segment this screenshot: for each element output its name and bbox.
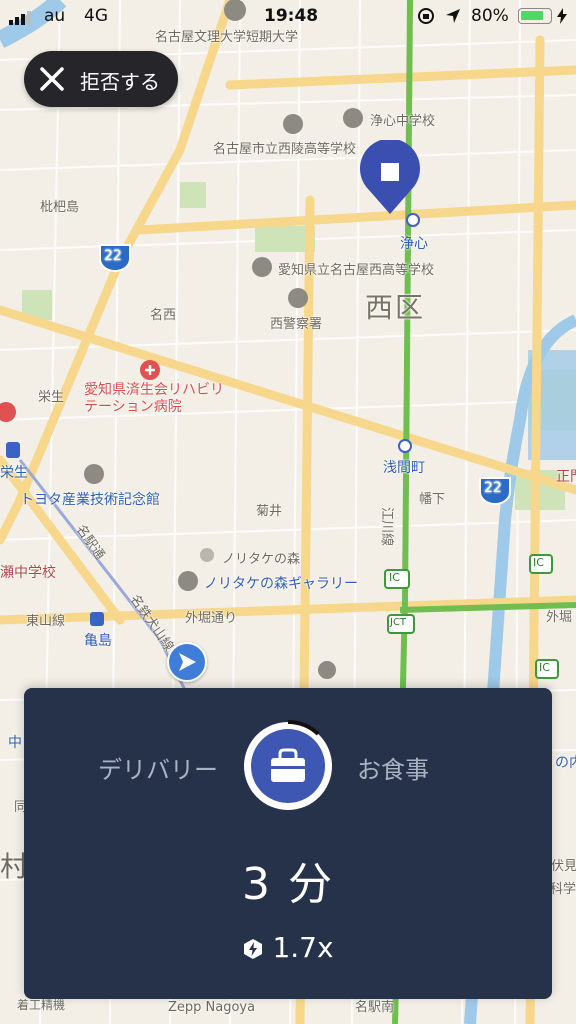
- destination-pin-icon[interactable]: [357, 138, 423, 216]
- map-label-kikui: 菊井: [256, 504, 283, 519]
- map-label-station-sakaeo: 栄生: [0, 465, 28, 481]
- map-label-ic-c: IC: [539, 661, 550, 674]
- map-label-jhs-left: 瀬中学校: [0, 565, 56, 581]
- map-label-route-22-b: 22: [484, 480, 502, 496]
- map-label-toyota-museum: トヨタ産業技術記念館: [20, 492, 160, 508]
- map-label-route-22-a: 22: [104, 248, 122, 264]
- location-arrow-icon: [446, 9, 460, 23]
- eta-text: 3 分: [242, 859, 334, 910]
- map-label-fushimi: 伏見: [551, 859, 576, 874]
- service-type-label: デリバリー: [98, 756, 218, 784]
- map-label-jhs-joshin: 浄心中学校: [370, 114, 436, 129]
- map-label-habashita: 幡下: [419, 492, 446, 507]
- map-label-sotobori: 外堀通り: [185, 611, 238, 626]
- map-label-hs-nishiryo: 名古屋市立西陵高等学校: [213, 142, 357, 157]
- surge-value: 1.7x: [272, 931, 334, 964]
- trip-request-card[interactable]: デリバリー お食事 3 分 1.7x: [24, 688, 552, 999]
- map-label-asamacho: 浅間町: [383, 460, 425, 476]
- map-label-higashiyama-line: 東山線: [26, 614, 66, 629]
- map-label-sotobori-right: 外堀: [546, 610, 573, 625]
- map-label-biwajima: 枇杷島: [40, 200, 80, 215]
- signal-strength-icon: [9, 11, 31, 25]
- navigation-arrow-icon: [167, 642, 207, 682]
- close-icon: [40, 67, 64, 91]
- map-label-inside-right: の内: [555, 755, 576, 771]
- delivery-bag-icon: [271, 748, 305, 782]
- service-subtype-label: お食事: [357, 756, 429, 784]
- map-label-jct: JCT: [390, 617, 407, 628]
- charging-bolt-icon: [557, 8, 567, 24]
- carrier-name: au: [44, 6, 66, 26]
- battery-icon: [518, 8, 552, 24]
- surge-icon: [244, 939, 263, 959]
- map-label-noritake-forest: ノリタケの森: [222, 552, 301, 567]
- map-label-kamejima: 亀島: [84, 633, 112, 649]
- screen: 名古屋文理大学短期大学 浄心中学校 名古屋市立西陵高等学校 枇杷島 浄心 愛知県…: [0, 0, 576, 1024]
- status-time: 19:48: [264, 6, 319, 26]
- rotation-lock-icon: [418, 8, 434, 24]
- map-label-ward: 西区: [365, 291, 426, 324]
- map-label-ic-a: IC: [389, 571, 400, 584]
- map-label-science: 科学館: [550, 882, 576, 897]
- network-type: 4G: [84, 6, 108, 26]
- map-label-shomon: 正門: [556, 469, 576, 485]
- map-label-noritake-gallery: ノリタケの森ギャラリー: [204, 576, 358, 592]
- map-label-hs-nagoya-nishi: 愛知県立名古屋西高等学校: [278, 263, 435, 278]
- map-label-mura-left: 中: [8, 735, 22, 751]
- battery-percent: 80%: [471, 6, 509, 26]
- accept-timer-button[interactable]: [240, 718, 336, 814]
- map-label-sakaeo: 栄生: [38, 390, 65, 405]
- reject-button[interactable]: 拒否する: [24, 51, 178, 107]
- map-label-horikawa-line: 江川線: [379, 507, 394, 547]
- status-bar: au 4G 19:48 80%: [0, 0, 576, 32]
- surge-multiplier: 1.7x: [24, 931, 552, 964]
- map-label-zepp: Zepp Nagoya: [168, 1000, 256, 1015]
- map-label-police: 西警察署: [270, 317, 323, 332]
- map-label-ic-b: IC: [533, 556, 544, 569]
- map-label-meisei: 名西: [150, 308, 177, 323]
- reject-button-label: 拒否する: [80, 70, 160, 94]
- map-label-hospital: 愛知県済生会リハビリテーション病院: [84, 382, 224, 415]
- map-label-station-joshin: 浄心: [400, 236, 428, 252]
